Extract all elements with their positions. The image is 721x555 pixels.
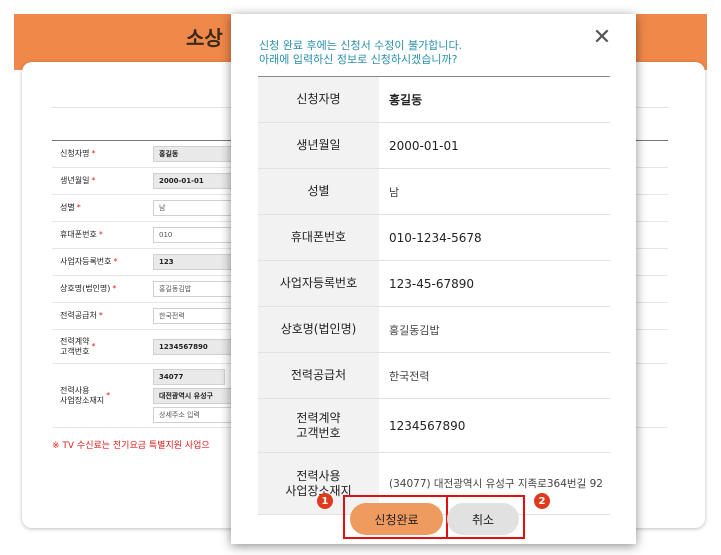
row-key: 신청자명 bbox=[258, 77, 379, 122]
required-mark: * bbox=[112, 284, 117, 293]
table-row: 전력공급처 한국전력 bbox=[258, 353, 610, 399]
row-key: 전력계약 고객번호 bbox=[258, 399, 379, 452]
form-label: 휴대폰번호 bbox=[60, 230, 97, 239]
row-value: 010-1234-5678 bbox=[389, 230, 482, 245]
submit-button[interactable]: 신청완료 bbox=[350, 503, 443, 535]
form-label: 생년월일 bbox=[60, 176, 90, 185]
form-label: 전력공급처 bbox=[60, 311, 97, 320]
required-mark: * bbox=[91, 176, 96, 185]
required-mark: * bbox=[98, 311, 103, 320]
row-key: 휴대폰번호 bbox=[258, 215, 379, 260]
required-mark: * bbox=[91, 149, 96, 158]
row-key: 생년월일 bbox=[258, 123, 379, 168]
dialog-message: 신청 완료 후에는 신청서 수정이 불가합니다. 아래에 입력하신 정보로 신청… bbox=[259, 39, 462, 67]
required-mark: * bbox=[76, 203, 81, 212]
row-key: 상호명(법인명) bbox=[258, 307, 379, 352]
form-label: 상호명(법인명) bbox=[60, 284, 111, 293]
row-value: 1234567890 bbox=[389, 418, 466, 433]
form-label: 성별 bbox=[60, 203, 75, 212]
required-mark: * bbox=[91, 341, 96, 351]
close-icon[interactable]: ✕ bbox=[591, 27, 613, 49]
row-key: 전력공급처 bbox=[258, 353, 379, 398]
table-row: 휴대폰번호 010-1234-5678 bbox=[258, 215, 610, 261]
row-value: 2000-01-01 bbox=[389, 138, 459, 153]
table-row: 상호명(법인명) 홍길동김밥 bbox=[258, 307, 610, 353]
confirm-dialog: 신청 완료 후에는 신청서 수정이 불가합니다. 아래에 입력하신 정보로 신청… bbox=[231, 14, 636, 544]
row-value: 123-45-67890 bbox=[389, 276, 475, 291]
form-label: 전력사용 사업장소재지 bbox=[60, 385, 105, 405]
row-value: 홍길동김밥 bbox=[389, 323, 440, 337]
table-row: 신청자명 홍길동 bbox=[258, 77, 610, 123]
step-badge-2: 2 bbox=[534, 493, 550, 509]
table-row: 사업자등록번호 123-45-67890 bbox=[258, 261, 610, 307]
postcode-input[interactable]: 34077 bbox=[153, 368, 225, 385]
row-key: 사업자등록번호 bbox=[258, 261, 379, 306]
required-mark: * bbox=[98, 230, 103, 239]
form-label: 사업자등록번호 bbox=[60, 257, 112, 266]
form-label: 전력계약 고객번호 bbox=[60, 336, 90, 356]
form-label: 신청자명 bbox=[60, 149, 90, 158]
required-mark: * bbox=[106, 390, 111, 400]
row-value: 한국전력 bbox=[389, 369, 430, 383]
tv-fee-notice: ※ TV 수신료는 전기요금 특별지원 사업으 bbox=[52, 441, 210, 451]
table-row: 전력계약 고객번호 1234567890 bbox=[258, 399, 610, 453]
table-row: 성별 남 bbox=[258, 169, 610, 215]
required-mark: * bbox=[113, 257, 118, 266]
row-value: 홍길동 bbox=[389, 93, 423, 107]
cancel-button[interactable]: 취소 bbox=[447, 503, 519, 535]
dialog-message-line-2: 아래에 입력하신 정보로 신청하시겠습니까? bbox=[259, 53, 458, 66]
dialog-message-line-1: 신청 완료 후에는 신청서 수정이 불가합니다. bbox=[259, 39, 463, 52]
confirm-info-table: 신청자명 홍길동 생년월일 2000-01-01 성별 남 휴대폰번호 010-… bbox=[258, 77, 610, 515]
row-value: 남 bbox=[389, 185, 400, 199]
table-row: 생년월일 2000-01-01 bbox=[258, 123, 610, 169]
step-badge-1: 1 bbox=[317, 493, 333, 509]
row-key: 성별 bbox=[258, 169, 379, 214]
page-title: 소상 bbox=[186, 26, 223, 50]
